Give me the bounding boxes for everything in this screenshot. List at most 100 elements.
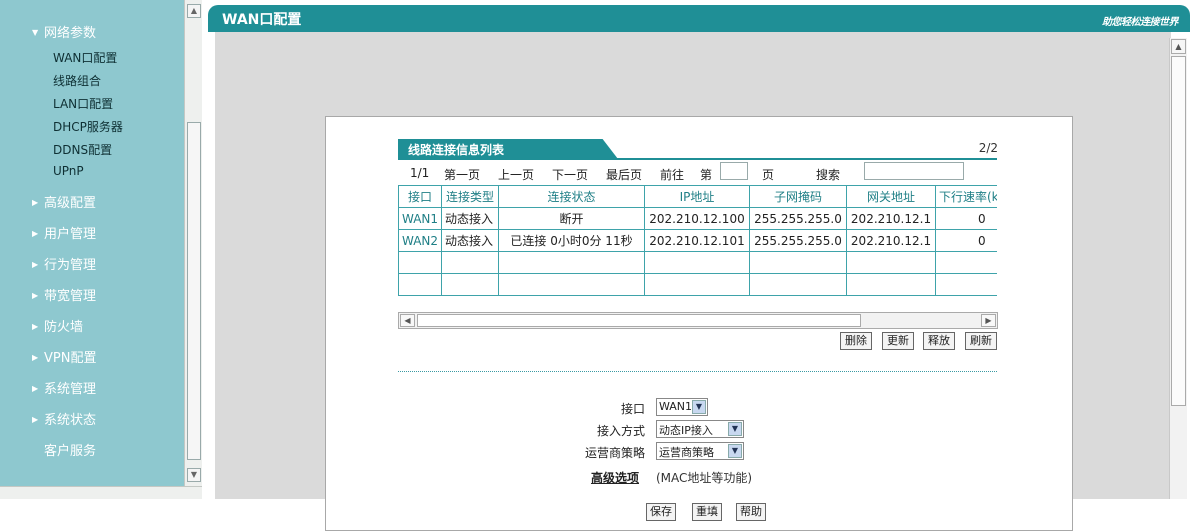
table-row[interactable]: WAN1 动态接入 断开 202.210.12.100 255.255.255.… (398, 207, 997, 230)
help-button[interactable]: 帮助 (736, 503, 766, 521)
goto-link[interactable]: 前往 (660, 166, 684, 183)
sidebar-item-advanced[interactable]: ▶ 高级配置 (32, 192, 96, 211)
cell-mask: 255.255.255.0 (749, 229, 847, 252)
cell-interface[interactable]: WAN2 (398, 229, 442, 252)
caret-right-icon: ▶ (32, 229, 39, 238)
chevron-down-icon: ▼ (692, 400, 706, 414)
access-select[interactable]: 动态IP接入 ▼ (656, 420, 744, 438)
col-interface: 接口 (398, 185, 442, 208)
sidebar-section-network[interactable]: ▼ 网络参数 (32, 22, 96, 41)
sidebar-item-bandwidth[interactable]: ▶ 带宽管理 (32, 285, 96, 304)
page-number-input[interactable] (720, 162, 748, 180)
config-panel: 线路连接信息列表 2/2 1/1 第一页 上一页 下一页 最后页 前往 第 页 … (325, 116, 1073, 531)
search-input[interactable] (864, 162, 964, 180)
isp-select[interactable]: 运营商策略 ▼ (656, 442, 744, 460)
scroll-up-icon[interactable]: ▲ (1171, 39, 1186, 54)
sidebar-item-wan[interactable]: WAN口配置 (53, 49, 117, 66)
col-gateway: 网关地址 (846, 185, 936, 208)
sidebar-item-line-group[interactable]: 线路组合 (53, 72, 101, 89)
advanced-options-desc: (MAC地址等功能) (656, 471, 753, 485)
page-count: 2/2 (978, 141, 998, 155)
caret-right-icon: ▶ (32, 198, 39, 207)
cell-type: 动态接入 (441, 229, 499, 252)
chevron-down-icon: ▼ (728, 444, 742, 458)
refill-button[interactable]: 重填 (692, 503, 722, 521)
table-row[interactable]: WAN2 动态接入 已连接 0小时0分 11秒 202.210.12.101 2… (398, 229, 997, 252)
caret-down-icon: ▼ (32, 28, 39, 37)
sidebar-item-system[interactable]: ▶ 系统管理 (32, 378, 96, 397)
scroll-up-icon[interactable]: ▲ (187, 4, 201, 18)
chevron-down-icon: ▼ (728, 422, 742, 436)
table-row-empty (398, 251, 997, 274)
main-scroll-thumb[interactable] (1171, 56, 1186, 406)
cell-gateway: 202.210.12.1 (846, 229, 936, 252)
scroll-left-icon[interactable]: ◀ (400, 314, 415, 327)
cell-interface[interactable]: WAN1 (398, 207, 442, 230)
title-bar: WAN口配置 助您轻松连接世界 (208, 5, 1190, 32)
cell-ip: 202.210.12.100 (644, 207, 750, 230)
first-page-link[interactable]: 第一页 (444, 166, 480, 183)
sidebar-hscrollbar[interactable] (0, 486, 202, 499)
cell-type: 动态接入 (441, 207, 499, 230)
access-label: 接入方式 (597, 424, 646, 438)
sidebar-item-status[interactable]: ▶ 系统状态 (32, 409, 96, 428)
table-viewport: 接口 连接类型 连接状态 IP地址 子网掩码 网关地址 下行速率(k WAN1 … (398, 185, 997, 297)
cell-status: 断开 (498, 207, 645, 230)
search-label: 搜索 (816, 168, 841, 182)
col-mask: 子网掩码 (749, 185, 847, 208)
main-area: WAN口配置 助您轻松连接世界 线路连接信息列表 2/2 1/1 第一页 上一页… (203, 0, 1195, 531)
pager-di: 第 (700, 168, 713, 182)
table-scroll-thumb[interactable] (417, 314, 861, 327)
caret-right-icon: ▶ (32, 260, 39, 269)
caret-right-icon: ▶ (32, 384, 39, 393)
update-button[interactable]: 更新 (882, 332, 914, 350)
col-down-rate: 下行速率(k (935, 185, 997, 208)
sidebar-scroll-thumb[interactable] (187, 122, 201, 460)
sidebar-item-users[interactable]: ▶ 用户管理 (32, 223, 96, 242)
cell-down-rate: 0 (935, 207, 997, 230)
delete-button[interactable]: 删除 (840, 332, 872, 350)
scroll-right-icon[interactable]: ▶ (981, 314, 996, 327)
page-title: WAN口配置 (222, 12, 302, 28)
interface-select[interactable]: WAN1 ▼ (656, 398, 708, 416)
divider (398, 158, 997, 160)
sidebar-item-upnp[interactable]: UPnP (53, 164, 84, 178)
isp-label: 运营商策略 (585, 446, 646, 460)
sidebar-item-service[interactable]: 客户服务 (44, 440, 96, 459)
sidebar-item-ddns[interactable]: DDNS配置 (53, 141, 112, 158)
table-row-empty (398, 273, 997, 296)
scroll-down-icon[interactable]: ▼ (187, 468, 201, 482)
cell-status: 已连接 0小时0分 11秒 (498, 229, 645, 252)
advanced-options-link[interactable]: 高级选项 (591, 469, 639, 486)
sidebar-item-dhcp[interactable]: DHCP服务器 (53, 118, 123, 135)
cell-down-rate: 0 (935, 229, 997, 252)
col-status: 连接状态 (498, 185, 645, 208)
sidebar-scrollbar[interactable]: ▲ ▼ (184, 0, 202, 486)
table-header-row: 接口 连接类型 连接状态 IP地址 子网掩码 网关地址 下行速率(k (398, 185, 997, 208)
sidebar-item-vpn[interactable]: ▶ VPN配置 (32, 347, 96, 366)
sidebar-item-behavior[interactable]: ▶ 行为管理 (32, 254, 96, 273)
release-button[interactable]: 释放 (923, 332, 955, 350)
prev-page-link[interactable]: 上一页 (498, 166, 534, 183)
cell-gateway: 202.210.12.1 (846, 207, 936, 230)
sidebar-item-lan[interactable]: LAN口配置 (53, 95, 113, 112)
table-hscrollbar[interactable]: ◀ ▶ (398, 312, 998, 329)
caret-right-icon: ▶ (32, 415, 39, 424)
col-ip: IP地址 (644, 185, 750, 208)
col-type: 连接类型 (441, 185, 499, 208)
save-button[interactable]: 保存 (646, 503, 676, 521)
divider (398, 371, 997, 372)
caret-right-icon: ▶ (32, 353, 39, 362)
sidebar-item-firewall[interactable]: ▶ 防火墙 (32, 316, 83, 335)
cell-ip: 202.210.12.101 (644, 229, 750, 252)
last-page-link[interactable]: 最后页 (606, 166, 642, 183)
caret-right-icon: ▶ (32, 322, 39, 331)
wan-table: 接口 连接类型 连接状态 IP地址 子网掩码 网关地址 下行速率(k WAN1 … (398, 185, 997, 296)
brand-slogan: 助您轻松连接世界 (1102, 17, 1179, 28)
interface-label: 接口 (621, 402, 646, 416)
pager-current: 1/1 (410, 166, 430, 180)
main-scrollbar[interactable]: ▲ (1169, 38, 1187, 499)
next-page-link[interactable]: 下一页 (552, 166, 588, 183)
content-area: 线路连接信息列表 2/2 1/1 第一页 上一页 下一页 最后页 前往 第 页 … (215, 32, 1171, 531)
refresh-button[interactable]: 刷新 (965, 332, 997, 350)
